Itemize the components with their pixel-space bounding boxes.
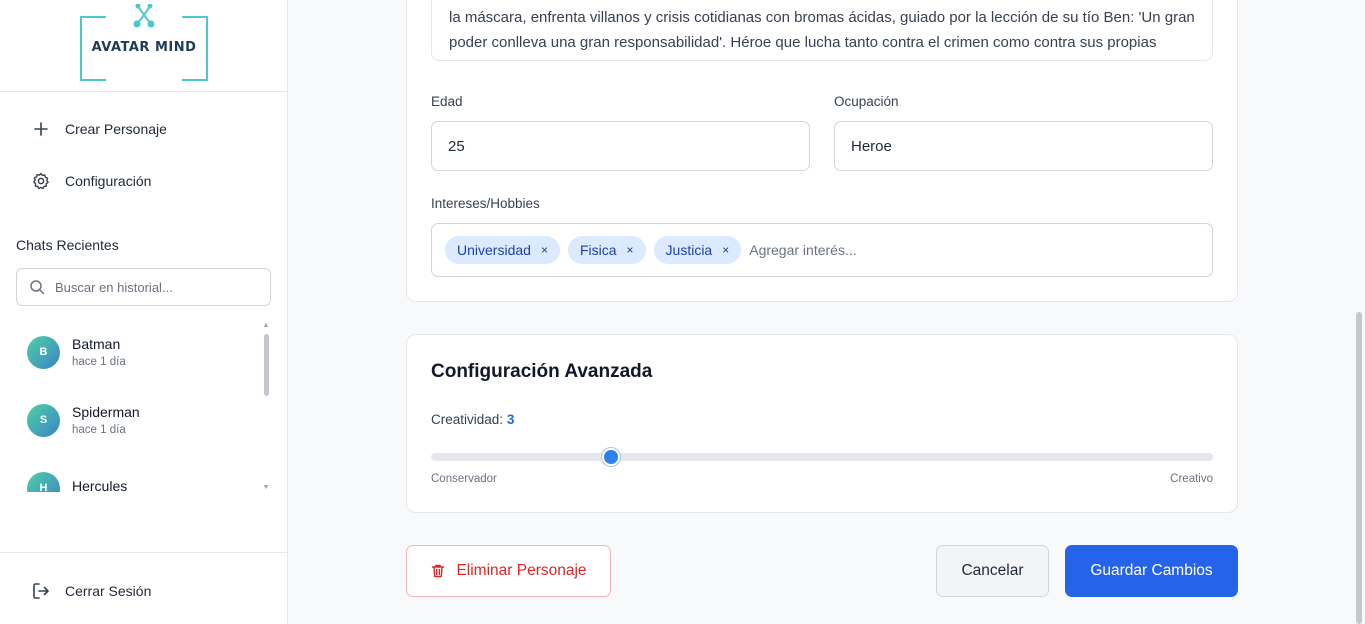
gear-icon — [33, 172, 49, 190]
creativity-label-text: Creatividad: — [431, 412, 504, 427]
description-textarea[interactable]: la máscara, enfrenta villanos y crisis c… — [431, 0, 1213, 61]
chat-name: Hercules — [72, 478, 128, 492]
creativity-slider-thumb[interactable] — [601, 448, 620, 466]
sidebar: AVATAR MIND Crear Personaje Configuració… — [0, 0, 288, 624]
avatar: S — [27, 403, 60, 437]
interest-tag-label: Fisica — [579, 242, 617, 258]
interests-label: Intereses/Hobbies — [431, 196, 540, 211]
plus-icon — [34, 122, 48, 136]
chat-time: hace 1 día — [72, 356, 126, 368]
create-character-button[interactable]: Crear Personaje — [31, 117, 167, 141]
creativity-label: Creatividad: 3 — [431, 412, 514, 427]
history-search-input[interactable] — [55, 279, 255, 295]
settings-label: Configuración — [65, 173, 152, 189]
interest-tag: Universidad × — [445, 236, 560, 264]
create-character-label: Crear Personaje — [65, 121, 167, 137]
avatar: H — [27, 471, 60, 492]
chat-item-batman[interactable]: B Batman hace 1 día — [16, 322, 256, 382]
interest-tag: Fisica × — [567, 236, 646, 264]
remove-tag-icon[interactable]: × — [627, 243, 634, 257]
chat-item-spiderman[interactable]: S Spiderman hace 1 día — [16, 390, 256, 450]
remove-tag-icon[interactable]: × — [722, 243, 729, 257]
logout-label: Cerrar Sesión — [65, 583, 152, 599]
save-changes-button[interactable]: Guardar Cambios — [1065, 545, 1238, 597]
add-interest-input[interactable] — [749, 242, 950, 258]
creativity-slider[interactable] — [431, 453, 1213, 461]
slider-min-label: Conservador — [431, 473, 497, 485]
scroll-up-icon[interactable]: ▲ — [262, 322, 270, 330]
chat-list-scrollbar[interactable]: ▲ ▼ — [262, 322, 270, 492]
interests-field[interactable]: Universidad × Fisica × Justicia × — [431, 223, 1213, 277]
recent-chat-list: B Batman hace 1 día S Spiderman hace 1 d… — [16, 322, 271, 492]
creativity-value: 3 — [506, 412, 515, 427]
logo-network-icon — [133, 4, 155, 28]
recent-chats-title: Chats Recientes — [16, 237, 119, 253]
scrollbar-thumb[interactable] — [264, 334, 269, 396]
logout-icon — [33, 583, 49, 599]
interest-tag: Justicia × — [653, 236, 742, 264]
logo-area: AVATAR MIND — [0, 0, 287, 92]
chat-name: Batman — [72, 336, 121, 352]
slider-max-label: Creativo — [1170, 473, 1213, 485]
settings-button[interactable]: Configuración — [31, 169, 151, 193]
app-logo[interactable]: AVATAR MIND — [80, 4, 208, 81]
chat-item-hercules[interactable]: H Hercules — [16, 458, 256, 492]
search-icon — [30, 280, 45, 295]
occupation-input[interactable]: Heroe — [834, 121, 1213, 171]
scroll-down-icon[interactable]: ▼ — [262, 484, 270, 492]
occupation-label: Ocupación — [834, 94, 899, 109]
logo-text: AVATAR MIND — [91, 40, 197, 55]
avatar: B — [27, 335, 60, 369]
logout-button[interactable]: Cerrar Sesión — [31, 579, 151, 603]
advanced-settings-title: Configuración Avanzada — [431, 361, 653, 382]
cancel-button[interactable]: Cancelar — [936, 545, 1049, 597]
delete-character-button[interactable]: Eliminar Personaje — [406, 545, 611, 597]
chat-time: hace 1 día — [72, 424, 126, 436]
age-input[interactable]: 25 — [431, 121, 810, 171]
chat-name: Spiderman — [72, 404, 140, 420]
interest-tag-label: Universidad — [457, 242, 531, 258]
interest-tag-label: Justicia — [665, 242, 713, 258]
remove-tag-icon[interactable]: × — [541, 243, 548, 257]
trash-icon — [432, 564, 445, 578]
age-label: Edad — [431, 94, 463, 109]
history-search[interactable] — [16, 268, 271, 306]
logout-area: Cerrar Sesión — [0, 552, 287, 624]
delete-character-label: Eliminar Personaje — [456, 562, 587, 579]
page-scrollbar-thumb[interactable] — [1356, 312, 1362, 624]
